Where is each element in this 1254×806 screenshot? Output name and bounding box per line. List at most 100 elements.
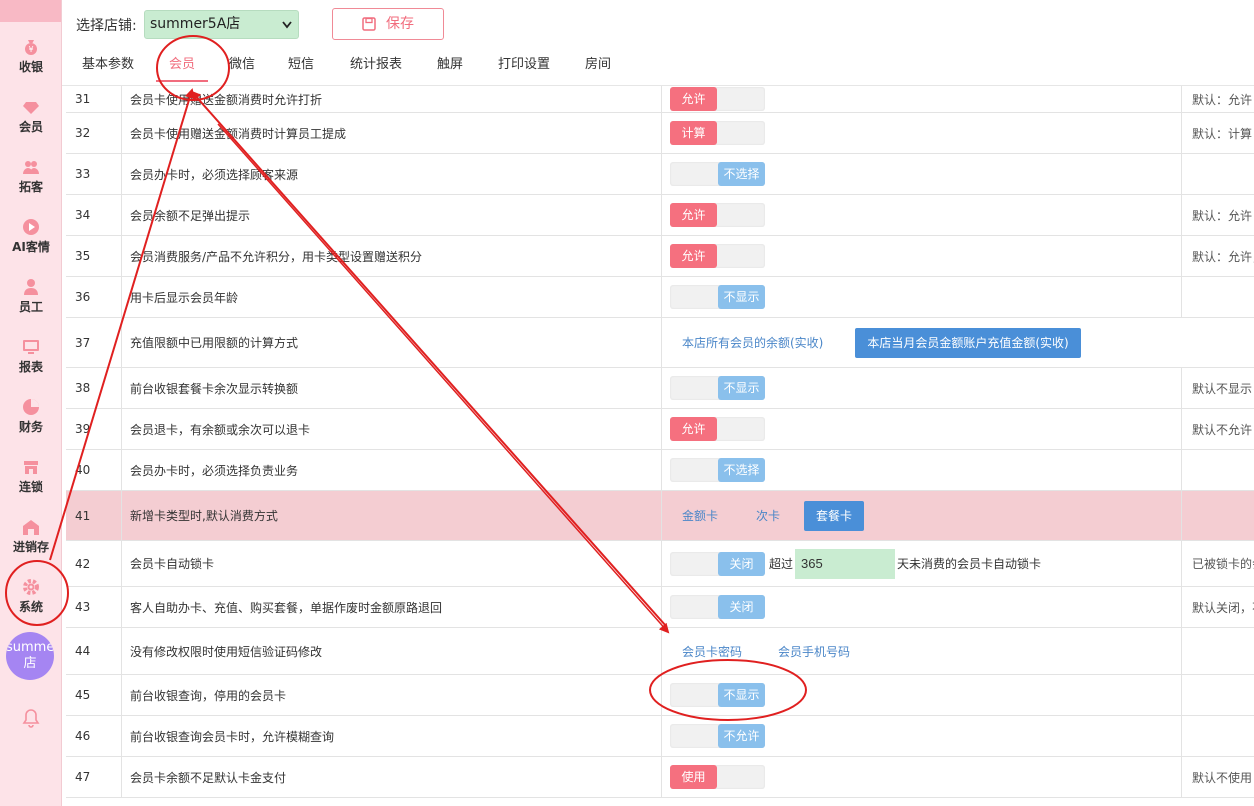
lock-suffix-text: 天未消费的会员卡自动锁卡 [897, 557, 1042, 571]
tab-wechat[interactable]: 微信 [222, 50, 262, 82]
row-description: 用卡后显示会员年龄 [122, 277, 662, 317]
lock-prefix-text: 超过 [769, 557, 794, 571]
setting-toggle[interactable]: 允许 [670, 87, 765, 111]
row-number: 35 [66, 236, 122, 276]
tab-sms[interactable]: 短信 [280, 50, 322, 82]
sidebar-item-system[interactable]: 系统 [0, 570, 62, 628]
row-number: 36 [66, 277, 122, 317]
row-default: 默认不允许 [1192, 422, 1253, 437]
setting-toggle[interactable]: 允许 [670, 417, 765, 441]
header: 选择店铺: summer5A店 保存 基本参数 会员 微信 短信 统计报表 触屏… [62, 0, 1254, 86]
option-monthly-recharge-selected[interactable]: 本店当月会员金额账户充值金额(实收) [855, 327, 1081, 358]
sidebar-item-chain[interactable]: 连锁 [0, 450, 62, 508]
table-row: 35 会员消费服务/产品不允许积分，用卡类型设置赠送积分 允许 默认：允许， [66, 236, 1254, 277]
table-row: 44 没有修改权限时使用短信验证码修改 会员卡密码 会员手机号码 [66, 628, 1254, 675]
sidebar-item-label: 系统 [18, 600, 43, 614]
toggle-label: 计算 [670, 121, 717, 145]
row-description: 会员退卡，有余额或余次可以退卡 [122, 409, 662, 449]
sidebar-item-label: 员工 [18, 300, 43, 314]
row-number: 46 [66, 716, 122, 756]
svg-text:¥: ¥ [28, 45, 33, 54]
sidebar-item-finance[interactable]: 财务 [0, 390, 62, 448]
row-description: 会员卡使用赠送金额消费时计算员工提成 [122, 113, 662, 153]
setting-toggle[interactable]: 计算 [670, 121, 765, 145]
row-default [1182, 491, 1254, 540]
setting-toggle[interactable]: 使用 [670, 765, 765, 789]
setting-toggle[interactable]: 关闭 [670, 551, 765, 576]
sidebar-item-label: 进销存 [12, 540, 49, 554]
sidebar-item-label: 连锁 [18, 480, 43, 494]
row-default [1182, 277, 1254, 317]
option-count-card[interactable]: 次卡 [756, 507, 780, 524]
bell-icon[interactable] [21, 708, 41, 728]
tab-stat-reports[interactable]: 统计报表 [344, 50, 408, 82]
tab-label: 打印设置 [497, 57, 550, 72]
monitor-icon [23, 340, 39, 354]
tab-basic[interactable]: 基本参数 [76, 50, 140, 82]
people-icon [23, 161, 39, 174]
toggle-label: 不选择 [718, 162, 765, 186]
setting-toggle[interactable]: 关闭 [670, 595, 765, 619]
setting-toggle[interactable]: 允许 [670, 203, 765, 227]
row-default: 默认：计算 [1192, 126, 1253, 141]
sidebar-item-member[interactable]: 会员 [0, 90, 62, 148]
toggle-label: 使用 [670, 765, 717, 789]
tab-label: 会员 [168, 57, 195, 72]
setting-toggle[interactable]: 不显示 [670, 376, 765, 400]
table-row: 32 会员卡使用赠送金额消费时计算员工提成 计算 默认：计算 [66, 113, 1254, 154]
setting-toggle[interactable]: 不显示 [670, 683, 765, 707]
sidebar-item-label: 报表 [18, 360, 43, 374]
row-number: 45 [66, 675, 122, 715]
setting-toggle[interactable]: 不选择 [670, 458, 765, 482]
tab-member[interactable]: 会员 [156, 50, 208, 82]
sidebar-item-label: 拓客 [18, 180, 43, 194]
row-number: 42 [66, 541, 122, 586]
sidebar-item-cashier[interactable]: ¥ 收银 [0, 30, 62, 88]
option-member-phone[interactable]: 会员手机号码 [778, 643, 850, 660]
row-default [1182, 716, 1254, 756]
row-default: 默认：允许 [1192, 208, 1253, 223]
option-all-member-balance[interactable]: 本店所有会员的余额(实收) [682, 334, 823, 351]
table-row: 39 会员退卡，有余额或余次可以退卡 允许 默认不允许 [66, 409, 1254, 450]
avatar[interactable]: summer5A店 [6, 632, 54, 680]
toggle-label: 关闭 [718, 595, 765, 619]
option-amount-card[interactable]: 金额卡 [682, 507, 718, 524]
sidebar-item-prospect[interactable]: 拓客 [0, 150, 62, 208]
tab-label: 触屏 [436, 57, 463, 72]
lock-days-input[interactable] [795, 548, 896, 579]
sidebar-item-reports[interactable]: 报表 [0, 330, 62, 388]
setting-toggle[interactable]: 不允许 [670, 724, 765, 748]
option-card-password[interactable]: 会员卡密码 [682, 643, 742, 660]
setting-toggle[interactable]: 不选择 [670, 162, 765, 186]
table-row: 37 充值限额中已用限额的计算方式 本店所有会员的余额(实收) 本店当月会员金额… [66, 318, 1254, 368]
sidebar-item-ai[interactable]: AI客情 [0, 210, 62, 268]
tab-touch[interactable]: 触屏 [430, 50, 470, 82]
table-row: 33 会员办卡时，必须选择顾客来源 不选择 [66, 154, 1254, 195]
tab-label: 微信 [228, 57, 255, 72]
tab-bar: 基本参数 会员 微信 短信 统计报表 触屏 打印设置 房间 [62, 50, 1254, 82]
sidebar-item-inventory[interactable]: 进销存 [0, 510, 62, 568]
save-button-label: 保存 [386, 16, 414, 32]
warehouse-icon [23, 520, 39, 535]
row-number: 32 [66, 113, 122, 153]
row-description: 会员办卡时，必须选择顾客来源 [122, 154, 662, 194]
row-description: 会员余额不足弹出提示 [122, 195, 662, 235]
tab-print[interactable]: 打印设置 [492, 50, 556, 82]
save-button[interactable]: 保存 [332, 8, 444, 40]
row-number: 31 [66, 86, 122, 112]
sidebar-item-staff[interactable]: 员工 [0, 270, 62, 328]
app-window: ¥ 收银 会员 拓客 AI客情 员工 报表 财务 连锁 进销存 系统 summe… [0, 0, 1254, 806]
setting-toggle[interactable]: 允许 [670, 244, 765, 268]
toggle-label: 允许 [670, 87, 717, 111]
table-row: 40 会员办卡时，必须选择负责业务 不选择 [66, 450, 1254, 491]
row-default: 已被锁卡的会 [1192, 557, 1254, 571]
row-default [1182, 675, 1254, 715]
tab-room[interactable]: 房间 [578, 50, 618, 82]
toggle-label: 不允许 [718, 724, 765, 748]
setting-toggle[interactable]: 不显示 [670, 285, 765, 309]
row-description: 没有修改权限时使用短信验证码修改 [122, 628, 662, 674]
store-select-value: summer5A店 [150, 16, 241, 32]
store-select[interactable]: summer5A店 [144, 10, 299, 39]
table-row: 43 客人自助办卡、充值、购买套餐，单据作废时金额原路退回 关闭 默认关闭，不 [66, 587, 1254, 628]
option-package-card-selected[interactable]: 套餐卡 [804, 500, 865, 531]
